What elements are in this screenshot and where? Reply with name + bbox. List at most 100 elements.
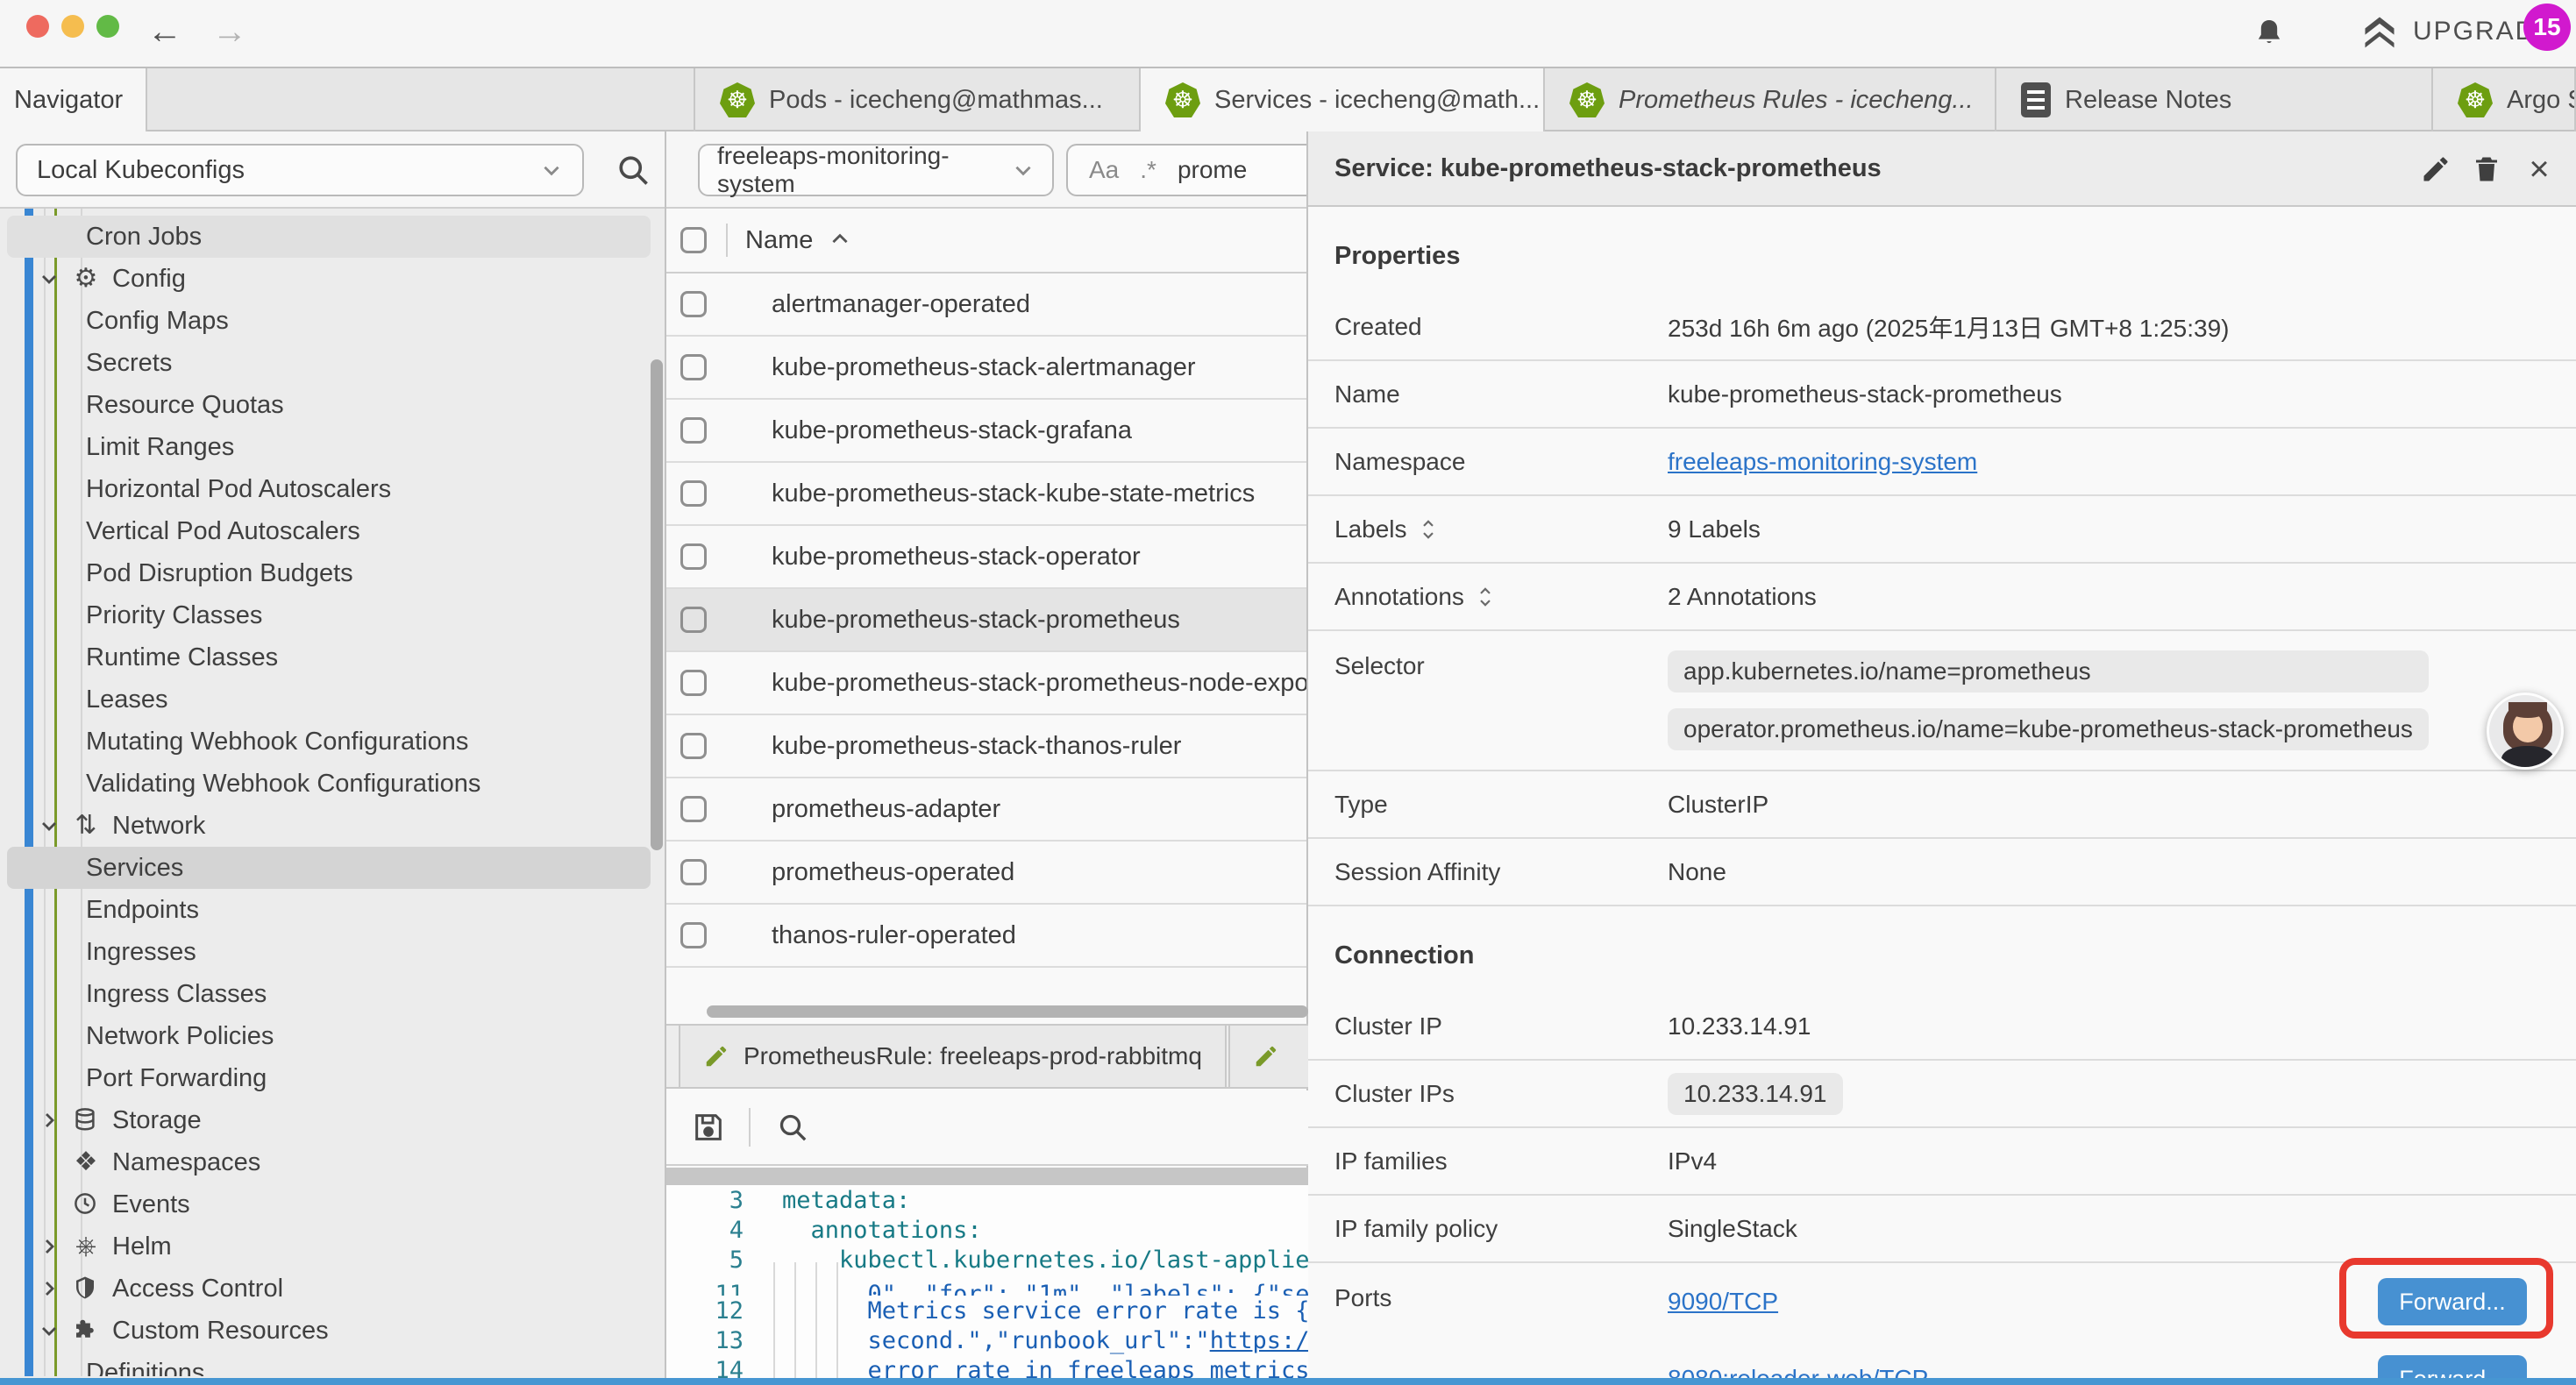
tab-prometheus[interactable]: ☸Prometheus Rules - icecheng...	[1545, 68, 1996, 131]
row-checkbox[interactable]	[680, 354, 707, 380]
minimize-window-button[interactable]	[61, 15, 84, 38]
sidebar-item-endpoints[interactable]: Endpoints	[0, 889, 665, 931]
table-row[interactable]: kube-prometheus-stack-alertmanager	[666, 337, 1306, 400]
tab-services[interactable]: ☸Services - icecheng@math...×	[1141, 68, 1545, 131]
sidebar-item-config[interactable]: ⚙Config	[0, 258, 665, 300]
search-query-text[interactable]: prome	[1178, 156, 1247, 184]
sidebar-item-storage[interactable]: Storage	[0, 1099, 665, 1141]
editor-search-icon[interactable]	[775, 1110, 810, 1145]
table-row[interactable]: kube-prometheus-stack-grafana	[666, 400, 1306, 463]
table-row[interactable]: alertmanager-operated	[666, 273, 1306, 337]
sidebar-item-cron-jobs[interactable]: Cron Jobs	[0, 216, 665, 258]
kubeconfig-dropdown[interactable]: Local Kubeconfigs	[16, 144, 584, 196]
namespace-dropdown[interactable]: freeleaps-monitoring-system	[698, 144, 1054, 196]
editor-scroll-strip[interactable]	[666, 1168, 1308, 1185]
port-link[interactable]: 8080:reloader-web/TCP	[1668, 1365, 1928, 1378]
sidebar-item-ingress-classes[interactable]: Ingress Classes	[0, 973, 665, 1015]
sidebar-item-services[interactable]: Services	[0, 847, 665, 889]
maximize-window-button[interactable]	[96, 15, 119, 38]
notification-count-badge[interactable]: 15	[2523, 4, 2571, 51]
sidebar-item-network-policies[interactable]: Network Policies	[0, 1015, 665, 1057]
sidebar-item-network[interactable]: ⇅Network	[0, 805, 665, 847]
table-row[interactable]: kube-prometheus-stack-kube-state-metrics	[666, 463, 1306, 526]
editor-tab-next[interactable]	[1228, 1026, 1308, 1087]
sidebar-item-leases[interactable]: Leases	[0, 678, 665, 721]
detail-value: kube-prometheus-stack-prometheus	[1668, 380, 2062, 408]
table-row[interactable]: prometheus-operated	[666, 842, 1306, 905]
row-checkbox[interactable]	[680, 733, 707, 759]
row-checkbox[interactable]	[680, 796, 707, 822]
name-column-header[interactable]: Name	[745, 226, 813, 255]
chevron-down-icon[interactable]	[39, 815, 60, 836]
select-all-checkbox[interactable]	[680, 227, 707, 253]
sidebar-item-validating-webhook-configurations[interactable]: Validating Webhook Configurations	[0, 763, 665, 805]
sidebar-item-pod-disruption-budgets[interactable]: Pod Disruption Budgets	[0, 552, 665, 594]
row-checkbox[interactable]	[680, 291, 707, 317]
edit-icon[interactable]	[2420, 153, 2451, 185]
close-window-button[interactable]	[26, 15, 49, 38]
save-icon[interactable]	[691, 1110, 726, 1145]
sort-toggle-icon[interactable]	[1477, 584, 1494, 610]
table-row[interactable]: kube-prometheus-stack-prometheus	[666, 589, 1306, 652]
sidebar-item-events[interactable]: Events	[0, 1183, 665, 1225]
sort-toggle-icon[interactable]	[1420, 516, 1437, 543]
horizontal-scrollbar[interactable]	[707, 1005, 1308, 1018]
row-checkbox[interactable]	[680, 607, 707, 633]
sidebar-item-access-control[interactable]: Access Control	[0, 1268, 665, 1310]
tab-release-notes[interactable]: Release Notes	[1996, 68, 2433, 131]
chevron-right-icon[interactable]	[39, 1110, 60, 1131]
sidebar-item-horizontal-pod-autoscalers[interactable]: Horizontal Pod Autoscalers	[0, 468, 665, 510]
row-checkbox[interactable]	[680, 670, 707, 696]
sidebar-item-namespaces[interactable]: ❖Namespaces	[0, 1141, 665, 1183]
sidebar-item-priority-classes[interactable]: Priority Classes	[0, 594, 665, 636]
sort-ascending-icon[interactable]	[829, 229, 851, 252]
port-link[interactable]: 9090/TCP	[1668, 1288, 1778, 1316]
table-row[interactable]: kube-prometheus-stack-prometheus-node-ex…	[666, 652, 1306, 715]
row-checkbox[interactable]	[680, 543, 707, 570]
back-button[interactable]: ←	[147, 12, 182, 51]
navigator-tab[interactable]: Navigator	[0, 68, 147, 131]
row-checkbox[interactable]	[680, 417, 707, 444]
match-case-toggle[interactable]: Aa	[1089, 156, 1119, 184]
value-chip: app.kubernetes.io/name=prometheus	[1668, 650, 2429, 692]
sidebar-item-definitions[interactable]: Definitions	[0, 1352, 665, 1376]
row-checkbox[interactable]	[680, 922, 707, 948]
sidebar-item-limit-ranges[interactable]: Limit Ranges	[0, 426, 665, 468]
sidebar-item-ingresses[interactable]: Ingresses	[0, 931, 665, 973]
user-avatar[interactable]	[2487, 692, 2564, 770]
sidebar-item-mutating-webhook-configurations[interactable]: Mutating Webhook Configurations	[0, 721, 665, 763]
sidebar-item-vertical-pod-autoscalers[interactable]: Vertical Pod Autoscalers	[0, 510, 665, 552]
table-row[interactable]: kube-prometheus-stack-operator	[666, 526, 1306, 589]
yaml-editor[interactable]: 3metadata:4 annotations:5 kubectl.kubern…	[666, 1185, 1308, 1378]
table-row[interactable]: thanos-ruler-operated	[666, 905, 1306, 968]
table-row[interactable]: kube-prometheus-stack-thanos-ruler	[666, 715, 1306, 778]
table-row[interactable]: prometheus-adapter	[666, 778, 1306, 842]
sidebar-search-icon[interactable]	[614, 151, 652, 189]
sidebar-item-secrets[interactable]: Secrets	[0, 342, 665, 384]
service-name: kube-prometheus-stack-grafana	[772, 416, 1132, 445]
sidebar-item-runtime-classes[interactable]: Runtime Classes	[0, 636, 665, 678]
runbook-url-link[interactable]: https://net	[1210, 1327, 1308, 1354]
regex-toggle[interactable]: .*	[1140, 156, 1156, 184]
delete-icon[interactable]	[2471, 153, 2502, 185]
forward-button[interactable]: Forward...	[2378, 1355, 2527, 1378]
sidebar-item-custom-resources[interactable]: Custom Resources	[0, 1310, 665, 1352]
close-panel-icon[interactable]: ×	[2523, 153, 2555, 185]
chevron-right-icon[interactable]	[39, 1236, 60, 1257]
sidebar-item-port-forwarding[interactable]: Port Forwarding	[0, 1057, 665, 1099]
chevron-down-icon[interactable]	[39, 1320, 60, 1341]
filter-search-box[interactable]: Aa .* prome	[1066, 144, 1306, 196]
tab-pods[interactable]: ☸Pods - icecheng@mathmas...	[694, 68, 1141, 131]
sidebar-scrollbar[interactable]	[651, 359, 663, 850]
namespace-link[interactable]: freeleaps-monitoring-system	[1668, 448, 1977, 476]
tab-argo[interactable]: ☸Argo Se	[2433, 68, 2576, 131]
chevron-right-icon[interactable]	[39, 1278, 60, 1299]
notifications-bell-icon[interactable]	[2252, 16, 2287, 51]
editor-tab-prometheusrule[interactable]: PrometheusRule: freeleaps-prod-rabbitmq	[679, 1026, 1227, 1087]
sidebar-item-resource-quotas[interactable]: Resource Quotas	[0, 384, 665, 426]
sidebar-item-helm[interactable]: ⎈Helm	[0, 1225, 665, 1268]
sidebar-item-config-maps[interactable]: Config Maps	[0, 300, 665, 342]
chevron-down-icon[interactable]	[39, 268, 60, 289]
row-checkbox[interactable]	[680, 859, 707, 885]
row-checkbox[interactable]	[680, 480, 707, 507]
